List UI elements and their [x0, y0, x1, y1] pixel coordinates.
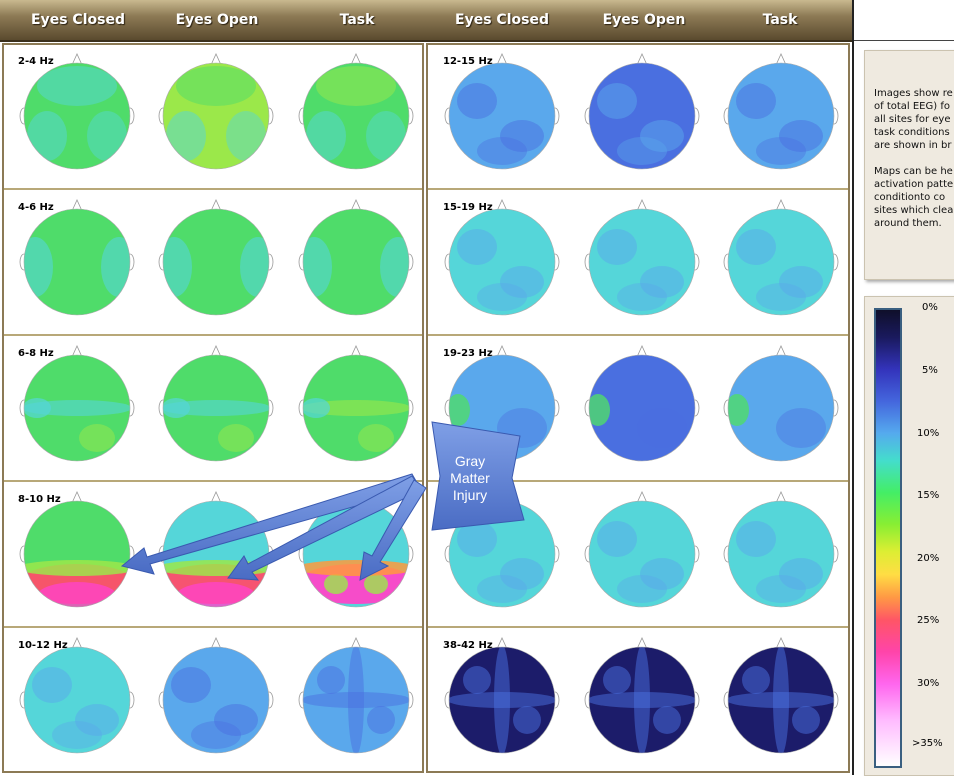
- callout-label: Gray Matter Injury: [440, 453, 500, 504]
- callout-line: Injury: [452, 487, 488, 503]
- gray-matter-injury-callout: [120, 421, 525, 581]
- callout-line: Gray: [454, 453, 486, 469]
- callout-line: Matter: [450, 470, 490, 486]
